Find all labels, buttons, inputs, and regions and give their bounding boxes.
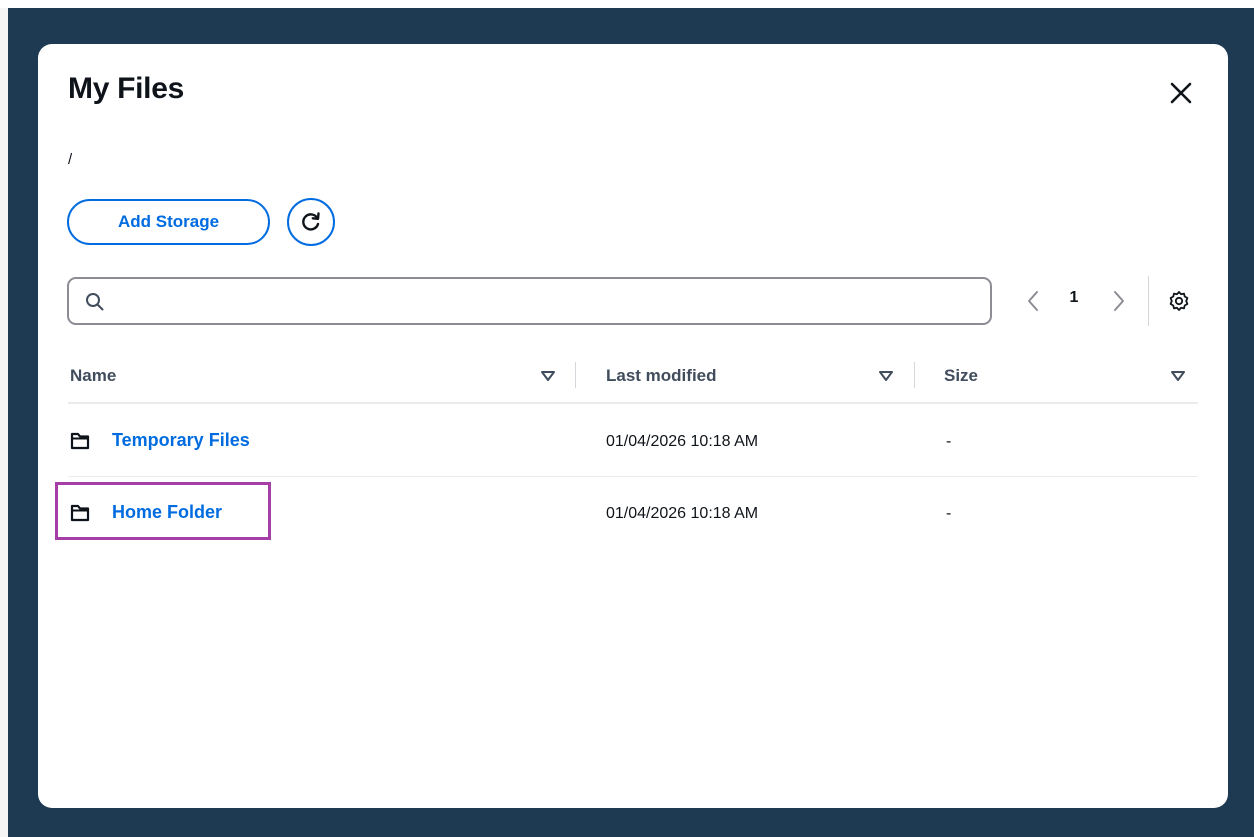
close-icon <box>1170 82 1192 104</box>
chevron-left-icon <box>1028 291 1038 311</box>
last-modified-cell: 01/04/2026 10:18 AM <box>606 433 759 450</box>
column-separator <box>575 362 576 388</box>
close-button[interactable] <box>1166 78 1198 110</box>
search-input[interactable] <box>113 285 977 319</box>
sort-icon <box>879 371 893 381</box>
previous-page-button[interactable] <box>1022 286 1046 316</box>
refresh-button[interactable] <box>287 198 335 246</box>
sort-icon <box>1171 371 1185 381</box>
chevron-right-icon <box>1114 291 1124 311</box>
column-separator <box>914 362 915 388</box>
sort-last-modified-button[interactable] <box>878 366 894 386</box>
add-storage-button[interactable]: Add Storage <box>67 199 270 245</box>
preferences-button[interactable] <box>1167 289 1191 313</box>
breadcrumb: / <box>68 151 73 168</box>
size-cell: - <box>946 505 952 522</box>
column-header-last-modified: Last modified <box>606 366 717 385</box>
sort-size-button[interactable] <box>1170 366 1186 386</box>
search-box <box>67 277 992 325</box>
column-header-size: Size <box>944 366 979 385</box>
table-header-divider <box>68 402 1198 404</box>
refresh-icon <box>302 212 320 231</box>
column-header-name: Name <box>70 366 117 385</box>
last-modified-cell: 01/04/2026 10:18 AM <box>606 505 759 522</box>
sort-icon <box>541 371 555 381</box>
next-page-button[interactable] <box>1106 286 1130 316</box>
modal-title: My Files <box>68 72 184 105</box>
size-cell: - <box>946 433 952 450</box>
gear-icon <box>1169 291 1189 311</box>
selection-highlight <box>55 482 271 540</box>
search-icon <box>86 293 104 311</box>
row-divider <box>68 476 1198 477</box>
folder-icon <box>70 432 90 450</box>
my-files-modal: My Files / Add Storage 1 Name Last modif… <box>38 44 1228 808</box>
window-top-edge <box>0 0 1254 8</box>
window-left-edge <box>0 0 8 837</box>
folder-link-temporary-files[interactable]: Temporary Files <box>112 430 250 451</box>
pagination-divider <box>1148 276 1149 326</box>
sort-name-button[interactable] <box>540 366 556 386</box>
page-number[interactable]: 1 <box>1064 289 1084 307</box>
